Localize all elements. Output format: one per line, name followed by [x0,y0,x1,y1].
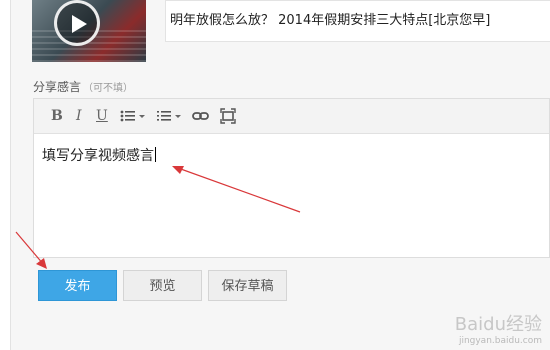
watermark-url: jingyan.baidu.com [458,336,542,346]
arrow-to-publish [15,231,45,266]
annotation-arrows [15,166,301,269]
watermark: Baidu经验 jingyan.baidu.com [455,310,542,346]
arrowhead-publish [36,258,47,269]
arrow-to-text [177,167,301,213]
watermark-brand: Baidu经验 [454,314,542,335]
